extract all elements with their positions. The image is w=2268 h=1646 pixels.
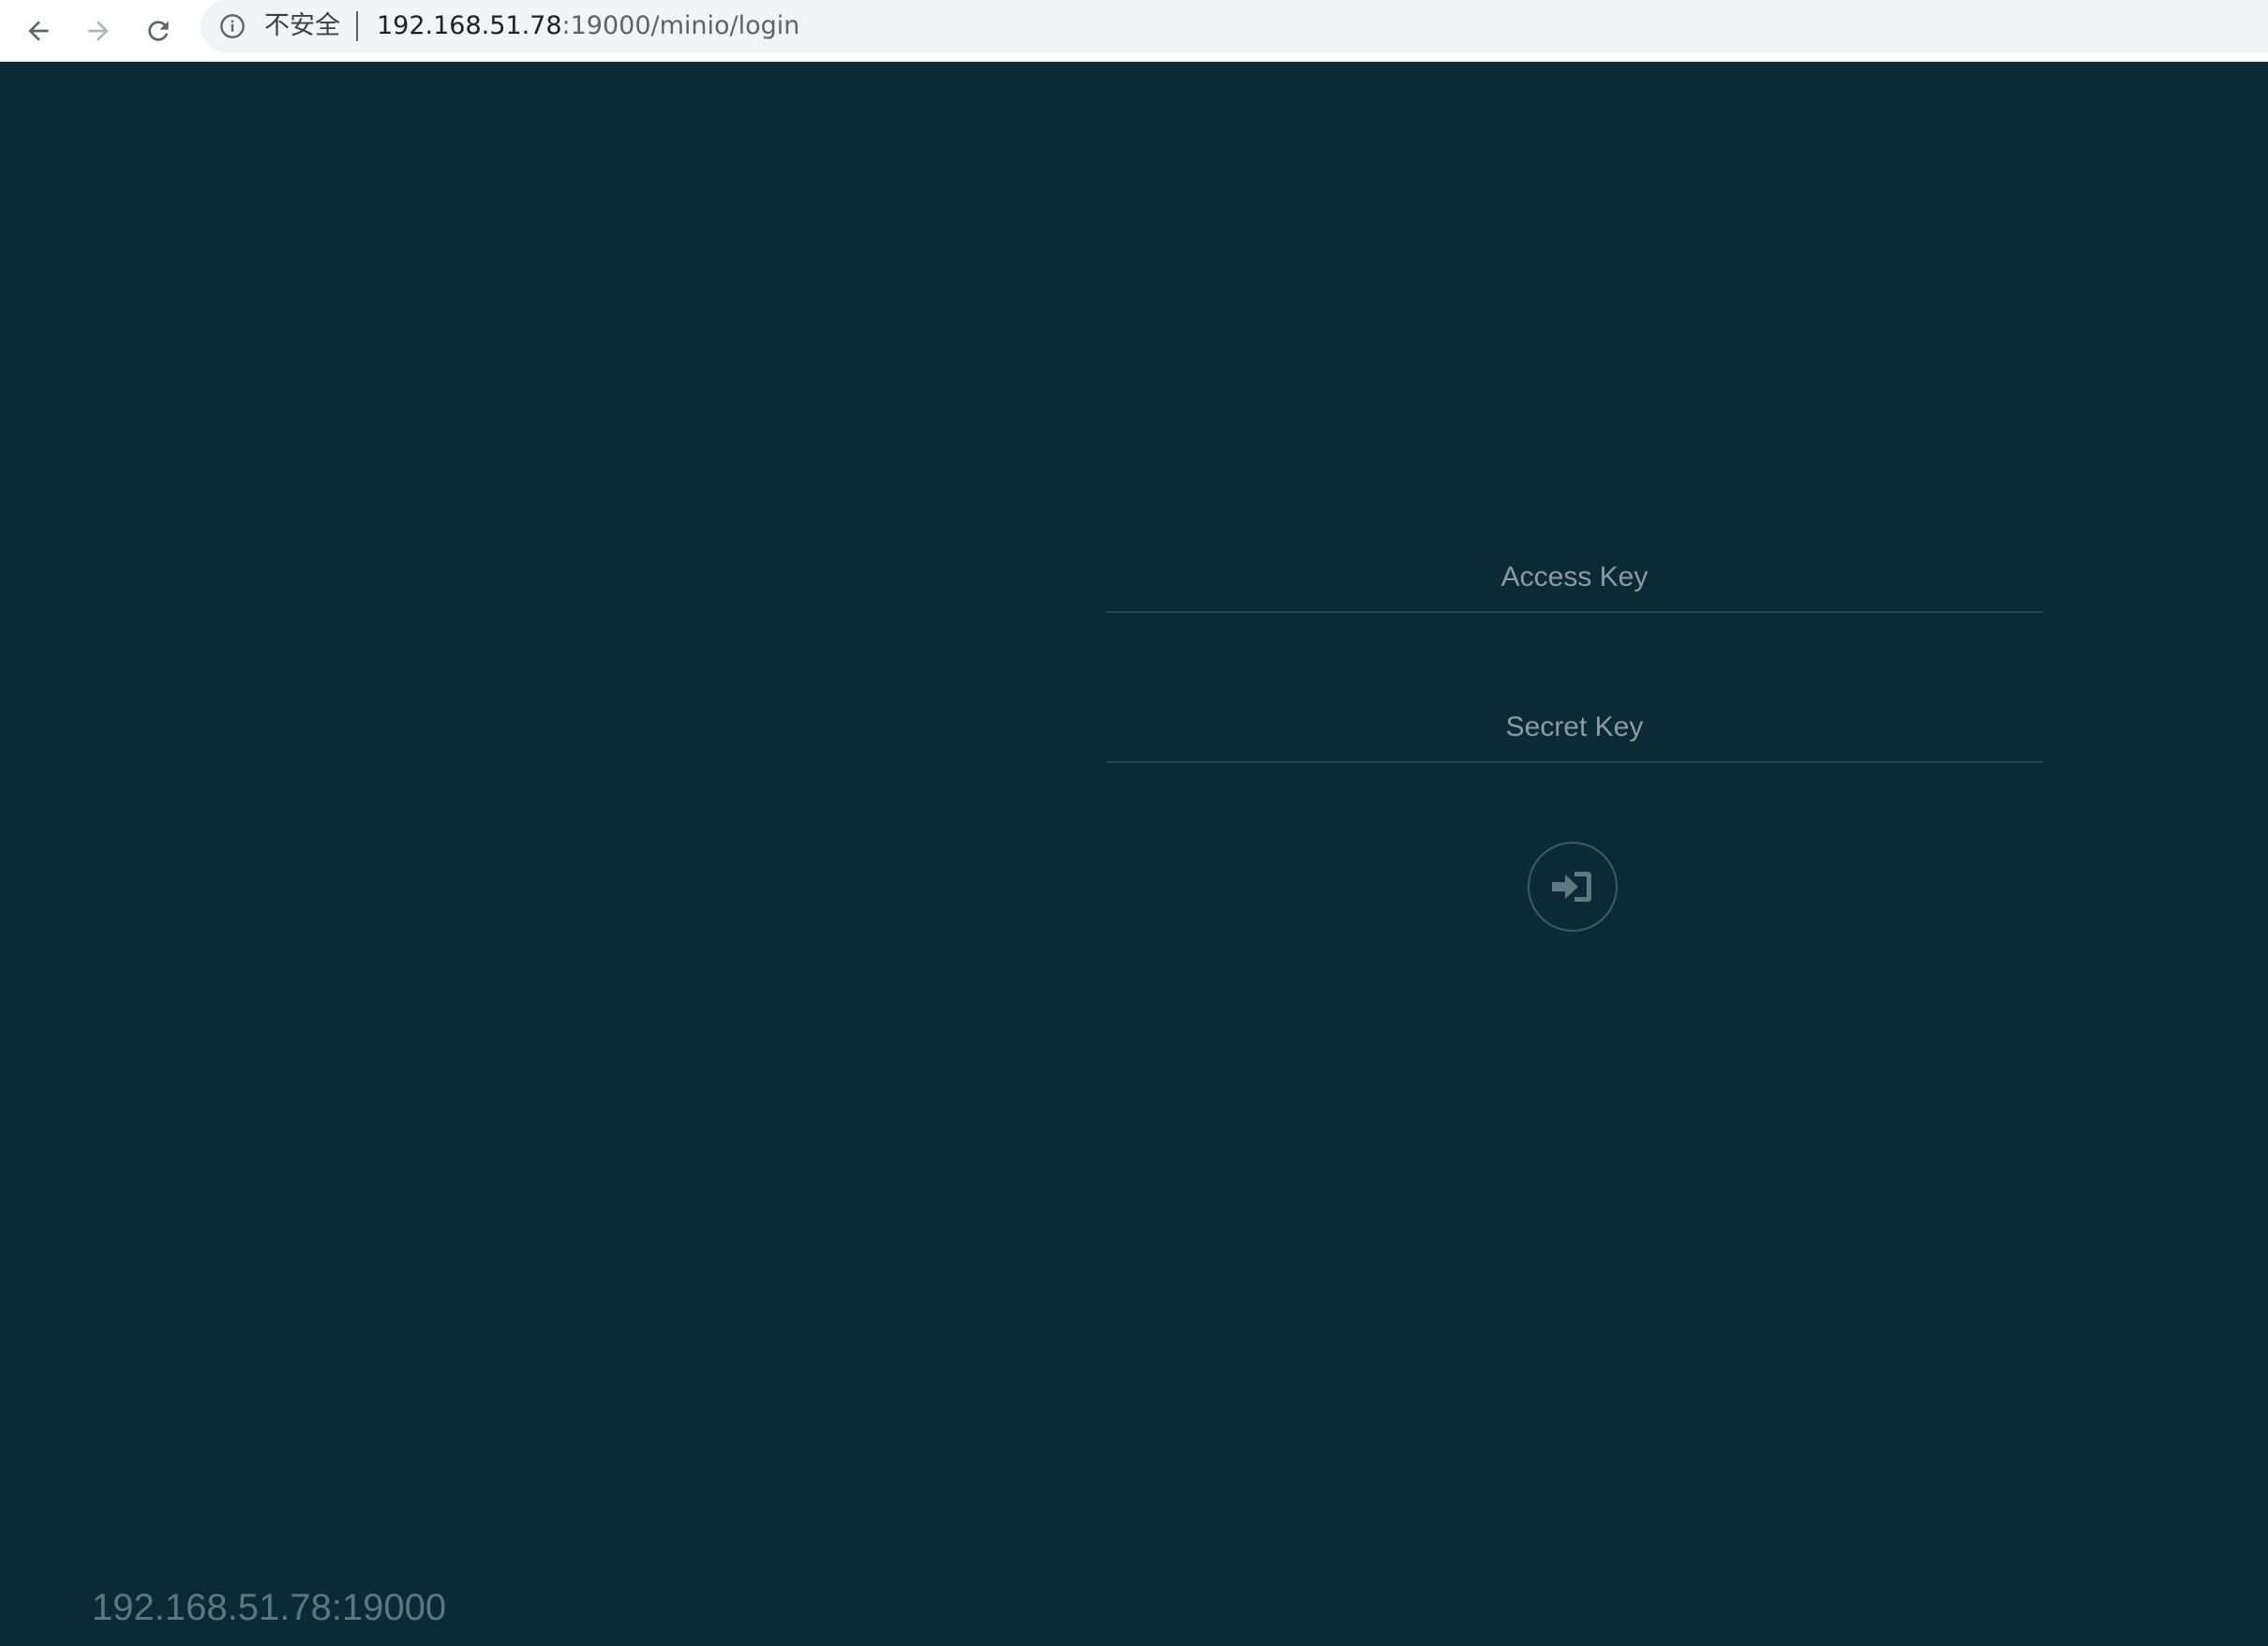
security-status[interactable]: 不安全 [264,9,340,43]
host-address: 192.168.51.78:19000 [92,1587,447,1628]
address-bar[interactable]: 不安全 192.168.51.78:19000/minio/login [201,0,2268,52]
arrow-right-icon [88,21,109,41]
reload-button[interactable] [137,9,180,52]
url-path: :19000/minio/login [561,11,800,40]
url-host: 192.168.51.78 [377,11,562,40]
url-text[interactable]: 192.168.51.78:19000/minio/login [377,9,799,43]
sign-in-icon [1552,872,1591,902]
secret-key-field[interactable]: Secret Key [1106,694,2043,763]
forward-button[interactable] [77,9,120,52]
reload-icon [148,21,169,41]
login-button[interactable] [1528,842,1618,932]
secret-key-input[interactable] [1106,694,2043,761]
info-icon[interactable] [219,13,246,39]
access-key-field[interactable]: Access Key [1106,544,2043,613]
arrow-left-icon [28,21,49,41]
back-button[interactable] [17,9,60,52]
url-divider [356,11,358,41]
access-key-input[interactable] [1106,544,2043,611]
browser-toolbar: 不安全 192.168.51.78:19000/minio/login [0,0,2268,62]
